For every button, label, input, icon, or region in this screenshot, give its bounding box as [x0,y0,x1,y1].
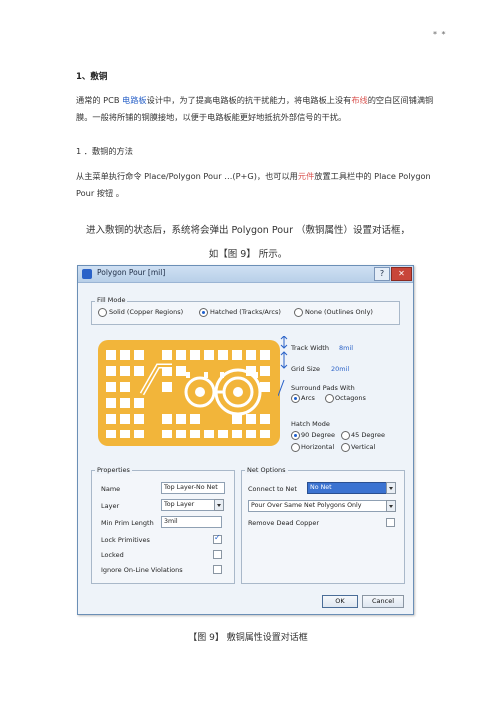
layer-dropdown-arrow[interactable] [214,499,224,511]
app-icon [82,269,92,279]
hatch-horizontal-radio[interactable] [291,443,300,452]
fill-hatched-radio[interactable] [199,308,208,317]
layer-label: Layer [101,502,120,510]
hatch-mode-label: Hatch Mode [291,420,330,428]
hatch-45-radio[interactable] [341,431,350,440]
hatch-90-radio[interactable] [291,431,300,440]
fill-none-label: None (Outlines Only) [305,308,373,316]
fill-hatched-label: Hatched (Tracks/Arcs) [210,308,281,316]
hatch-90-label: 90 Degree [301,431,335,439]
ignore-violations-checkbox[interactable] [213,565,222,574]
lock-primitives-label: Lock Primitives [101,536,150,544]
section-title: 1、敷铜 [76,72,108,82]
hatch-vertical-label: Vertical [351,443,376,451]
close-button[interactable]: ✕ [391,267,412,281]
para1-text-1: 通常的 PCB [76,95,123,105]
ok-button[interactable]: OK [322,595,358,608]
net-options-legend: Net Options [245,466,288,474]
dialog-titlebar: Polygon Pour [mil] ? ✕ [78,266,413,283]
surround-octagons-radio[interactable] [325,394,334,403]
surround-arcs-label: Arcs [301,394,315,402]
grid-size-label: Grid Size [291,365,321,373]
fill-solid-label: Solid (Copper Regions) [109,308,184,316]
surround-arcs-radio[interactable] [291,394,300,403]
grid-size-value[interactable]: 20mil [331,365,349,373]
layer-select[interactable]: Top Layer [161,499,215,511]
para2-text-1: 从主菜单执行命令 Place/Polygon Pour …(P+G)，也可以用 [76,171,298,181]
remove-dead-copper-checkbox[interactable] [386,518,395,527]
paragraph-method: 从主菜单执行命令 Place/Polygon Pour …(P+G)，也可以用元… [76,168,436,202]
pour-over-select[interactable]: Pour Over Same Net Polygons Only [248,500,387,512]
min-prim-length-input[interactable]: 3mil [161,516,222,528]
surround-octagons-label: Octagons [335,394,366,402]
fill-none-radio[interactable] [294,308,303,317]
paragraph-copper-intro: 通常的 PCB 电路板设计中，为了提高电路板的抗干扰能力，将电路板上没有布线的空… [76,92,436,126]
locked-checkbox[interactable] [213,550,222,559]
connect-to-net-select[interactable]: No Net [307,482,387,494]
link-pcb[interactable]: 电路板 [122,95,147,105]
name-label: Name [101,485,121,493]
hatch-horizontal-label: Horizontal [301,443,335,451]
properties-legend: Properties [95,466,132,474]
fill-solid-radio[interactable] [98,308,107,317]
remove-dead-copper-label: Remove Dead Copper [248,519,320,527]
connect-to-net-dropdown-arrow[interactable] [386,482,396,494]
header-mark: * * [433,30,447,39]
hatched-pour-preview [98,340,280,446]
pour-over-dropdown-arrow[interactable] [386,500,396,512]
hatch-45-label: 45 Degree [351,431,385,439]
figure-caption: 【图 9】 敷铜属性设置对话框 [188,633,308,643]
lock-primitives-checkbox[interactable] [213,533,222,544]
surround-pads-label: Surround Pads With [291,384,355,392]
fill-mode-legend: Fill Mode [95,296,128,304]
link-routing[interactable]: 布线 [351,95,367,105]
track-width-label: Track Width [291,344,329,352]
link-component[interactable]: 元件 [298,171,314,181]
cancel-button[interactable]: Cancel [362,595,404,608]
intro-line-2: 如【图 9】 所示。 [208,249,288,260]
track-width-value[interactable]: 8mil [339,344,353,352]
help-button[interactable]: ? [374,267,390,281]
intro-line-1: 进入敷铜的状态后，系统将会弹出 Polygon Pour （敷铜属性）设置对话框… [85,225,411,236]
ignore-violations-label: Ignore On-Line Violations [101,566,183,574]
locked-label: Locked [101,551,124,559]
min-prim-length-label: Min Prim Length [101,519,154,527]
name-input[interactable]: Top Layer-No Net [161,482,225,494]
hatch-vertical-radio[interactable] [341,443,350,452]
connect-to-net-label: Connect to Net [248,485,297,493]
subsection-title: 1 ．敷铜的方法 [76,146,133,156]
dialog-title: Polygon Pour [mil] [97,268,166,277]
para1-text-2: 设计中，为了提高电路板的抗干扰能力，将电路板上没有 [146,95,352,105]
polygon-pour-dialog: Polygon Pour [mil] ? ✕ Fill Mode Solid (… [77,265,414,615]
